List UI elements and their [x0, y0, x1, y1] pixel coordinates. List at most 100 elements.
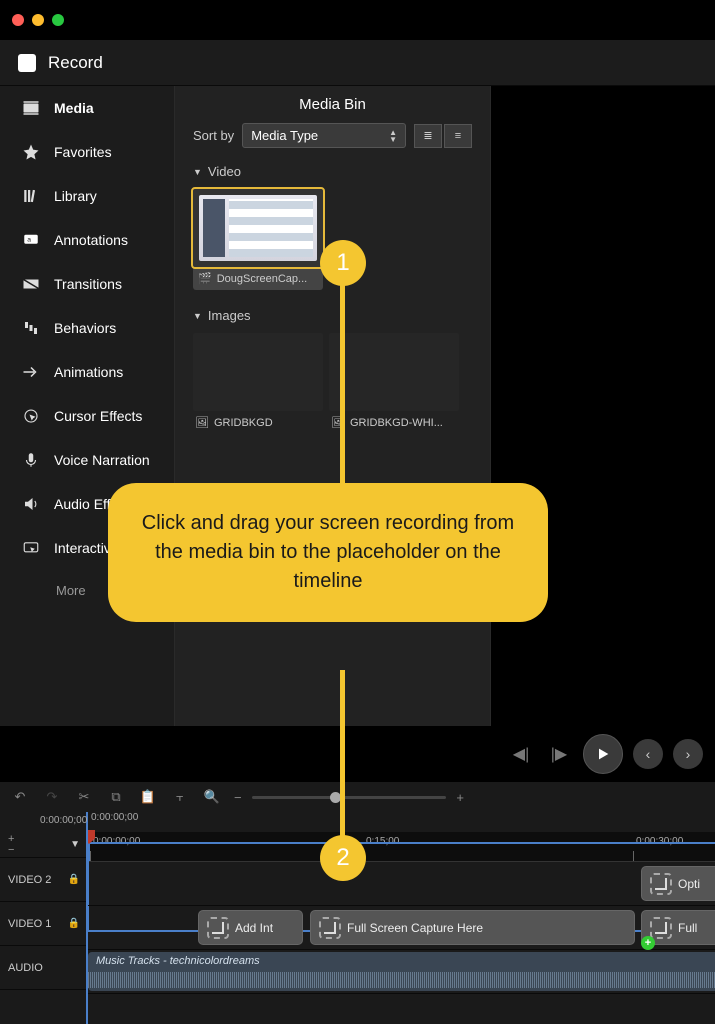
library-icon: [22, 187, 40, 205]
media-item-gridbkgd-whi[interactable]: 🖼 GRIDBKGD-WHI...: [329, 333, 459, 434]
sidebar-item-label: Audio Effects: [54, 496, 136, 512]
sidebar-item-label: Favorites: [54, 144, 112, 160]
zoom-search-icon: 🔍: [202, 789, 222, 805]
sidebar-item-library[interactable]: Library: [0, 174, 174, 218]
images-section-header[interactable]: ▼ Images: [175, 302, 490, 329]
split-button[interactable]: ⫟: [170, 789, 190, 805]
add-remove-track-buttons[interactable]: +−: [8, 834, 14, 856]
sidebar-item-favorites[interactable]: Favorites: [0, 130, 174, 174]
lock-icon[interactable]: 🔒: [68, 874, 80, 885]
placeholder-icon: [207, 917, 229, 939]
copy-button[interactable]: ⧉: [106, 789, 126, 805]
ruler-tick-label: 0:00:00;00: [93, 836, 140, 847]
prev-button[interactable]: ‹: [633, 739, 663, 769]
track-audio[interactable]: Music Tracks - technicolordreams: [88, 950, 715, 994]
undo-button[interactable]: ↶: [10, 789, 30, 805]
ruler-tick-label: 0:15;00: [366, 836, 399, 847]
step-forward-button[interactable]: |▶: [545, 740, 573, 768]
playhead-timecode: 0:00:00;00: [91, 812, 138, 823]
track-header-video2[interactable]: VIDEO 2 🔒: [0, 858, 86, 902]
view-list-button[interactable]: ≡: [444, 124, 472, 148]
track-header-audio[interactable]: AUDIO: [0, 946, 86, 990]
sidebar-item-label: Animations: [54, 364, 123, 380]
triangle-down-icon: ▼: [193, 167, 202, 177]
record-bar: Record: [0, 40, 715, 86]
view-grid-button[interactable]: ≣: [414, 124, 442, 148]
zoom-out-button[interactable]: −: [234, 790, 242, 805]
track-label: VIDEO 1: [8, 918, 51, 930]
sidebar-item-label: Voice Narration: [54, 452, 150, 468]
clip-label: Full Screen Capture Here: [347, 921, 483, 935]
sidebar-item-voice[interactable]: Voice Narration: [0, 438, 174, 482]
waveform: [88, 972, 715, 988]
sidebar-item-label: Media: [54, 100, 94, 116]
sort-value: Media Type: [251, 128, 318, 143]
sidebar-more-button[interactable]: More: [0, 570, 174, 611]
image-file-icon: 🖼: [331, 416, 345, 429]
timeline-ruler[interactable]: 0:00:00;00 0:00:00;00 0:15;00 0:00:30;00: [88, 832, 715, 862]
chevron-down-icon[interactable]: ▼: [70, 839, 80, 850]
step-back-button[interactable]: ◀|: [507, 740, 535, 768]
playback-bar: ◀| |▶ ‹ ›: [0, 726, 715, 782]
redo-button[interactable]: ↷: [42, 789, 62, 805]
timeline: 0:00:00;00 +− ▼ VIDEO 2 🔒 VIDEO 1 🔒 AUDI…: [0, 812, 715, 1024]
track-header-video1[interactable]: VIDEO 1 🔒: [0, 902, 86, 946]
paste-button[interactable]: 📋: [138, 789, 158, 805]
svg-text:a: a: [27, 237, 31, 244]
transitions-icon: [22, 275, 40, 293]
animations-icon: [22, 363, 40, 381]
sidebar-item-animations[interactable]: Animations: [0, 350, 174, 394]
annotations-icon: a: [22, 231, 40, 249]
record-icon: [18, 54, 36, 72]
media-item-label: GRIDBKGD-WHI...: [350, 417, 443, 429]
clip-label: Music Tracks - technicolordreams: [96, 955, 260, 967]
video-section-header[interactable]: ▼ Video: [175, 158, 490, 185]
track-label: VIDEO 2: [8, 874, 51, 886]
track-video2[interactable]: Opti: [88, 862, 715, 906]
record-button-label[interactable]: Record: [48, 53, 103, 73]
interactivity-icon: [22, 539, 40, 557]
clip-full-screen-capture[interactable]: Full Screen Capture Here +: [310, 910, 635, 945]
zoom-in-button[interactable]: +: [456, 790, 464, 805]
image-file-icon: 🖼: [195, 416, 209, 429]
maximize-window-button[interactable]: [52, 14, 64, 26]
media-item-gridbkgd[interactable]: 🖼 GRIDBKGD: [193, 333, 323, 434]
playhead[interactable]: 0:00:00;00: [88, 832, 90, 861]
track-video1[interactable]: Add Int Full Screen Capture Here + Full: [88, 906, 715, 950]
sidebar-item-label: Cursor Effects: [54, 408, 142, 424]
sidebar-item-audio[interactable]: Audio Effects: [0, 482, 174, 526]
sidebar-item-cursor-effects[interactable]: Cursor Effects: [0, 394, 174, 438]
play-button[interactable]: [583, 734, 623, 774]
placeholder-icon: [650, 873, 672, 895]
track-controls: +− ▼: [0, 832, 86, 858]
sidebar: Media Favorites Library a Annotations Tr…: [0, 86, 175, 726]
cut-button[interactable]: ✂: [74, 789, 94, 805]
sort-label: Sort by: [193, 128, 234, 143]
add-marker-icon[interactable]: +: [641, 936, 655, 950]
speaker-icon: [22, 495, 40, 513]
sort-dropdown[interactable]: Media Type ▲▼: [242, 123, 406, 148]
minimize-window-button[interactable]: [32, 14, 44, 26]
clip-audio-music[interactable]: Music Tracks - technicolordreams: [88, 952, 715, 991]
star-icon: [22, 143, 40, 161]
sidebar-item-behaviors[interactable]: Behaviors: [0, 306, 174, 350]
sidebar-item-annotations[interactable]: a Annotations: [0, 218, 174, 262]
media-item-dougscreencap[interactable]: 🎬 DougScreenCap...: [193, 189, 323, 290]
sidebar-item-label: Transitions: [54, 276, 122, 292]
sidebar-item-transitions[interactable]: Transitions: [0, 262, 174, 306]
sidebar-item-media[interactable]: Media: [0, 86, 174, 130]
clip-label: Add Int: [235, 921, 273, 935]
track-headers: 0:00:00;00 +− ▼ VIDEO 2 🔒 VIDEO 1 🔒 AUDI…: [0, 812, 88, 1024]
section-label: Video: [208, 164, 241, 179]
sidebar-item-interactivity[interactable]: Interactivity: [0, 526, 174, 570]
triangle-down-icon: ▼: [193, 311, 202, 321]
timeline-toolbar: ↶ ↷ ✂ ⧉ 📋 ⫟ 🔍 − +: [0, 782, 715, 812]
zoom-slider[interactable]: − +: [234, 790, 464, 805]
clip-optional[interactable]: Opti: [641, 866, 715, 901]
clip-intro[interactable]: Add Int: [198, 910, 303, 945]
placeholder-icon: [319, 917, 341, 939]
close-window-button[interactable]: [12, 14, 24, 26]
lock-icon[interactable]: 🔒: [68, 918, 80, 929]
next-button[interactable]: ›: [673, 739, 703, 769]
media-item-label: GRIDBKGD: [214, 417, 273, 429]
